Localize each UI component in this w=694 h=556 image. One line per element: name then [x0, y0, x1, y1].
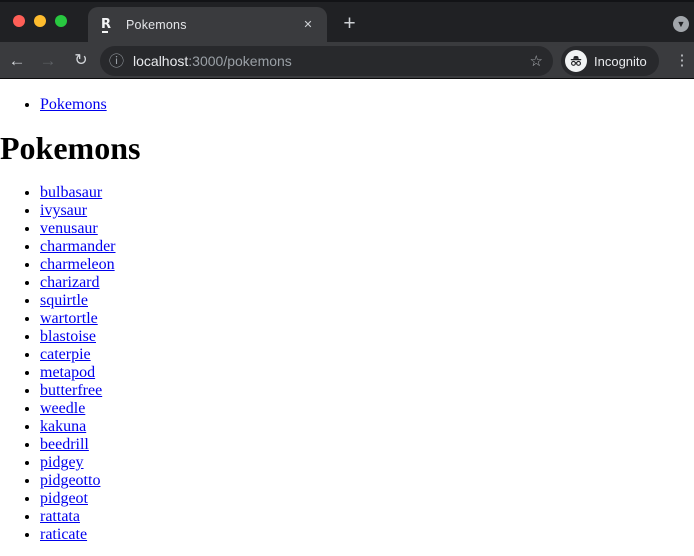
url-path: :3000/pokemons	[188, 53, 292, 69]
pokemon-link[interactable]: beedrill	[40, 436, 89, 453]
page-title: Pokemons	[0, 130, 141, 166]
incognito-label: Incognito	[594, 53, 647, 69]
pokemon-list-item: charizard	[40, 274, 694, 292]
pokemon-list-item: ivysaur	[40, 202, 694, 220]
pokemon-list-item: pidgeot	[40, 490, 694, 508]
forward-button[interactable]: →	[35, 48, 61, 74]
pokemon-link[interactable]: bulbasaur	[40, 184, 102, 201]
incognito-icon	[565, 50, 587, 72]
pokemon-list-item: pidgeotto	[40, 472, 694, 490]
pokemon-list-item: rattata	[40, 508, 694, 526]
pokemon-list-item: venusaur	[40, 220, 694, 238]
pokemon-link[interactable]: charmander	[40, 238, 116, 255]
tab-pokemons[interactable]: R Pokemons ✕	[88, 7, 327, 42]
pokemon-link[interactable]: rattata	[40, 508, 80, 525]
page-content: Pokemons Pokemons bulbasaur ivysaur venu…	[0, 80, 694, 556]
nav-link-list: Pokemons	[0, 96, 694, 114]
pokemon-link[interactable]: blastoise	[40, 328, 96, 345]
url-text: localhost:3000/pokemons	[133, 53, 292, 69]
tab-title: Pokemons	[126, 17, 187, 32]
pokemon-link[interactable]: ivysaur	[40, 202, 87, 219]
browser-window: R Pokemons ✕ + ▼ ← → ↻ ⓘ localhost:3000/…	[0, 0, 694, 556]
url-host: localhost	[133, 53, 189, 69]
macos-traffic-lights	[13, 15, 67, 27]
pokemon-list-item: metapod	[40, 364, 694, 382]
reload-button[interactable]: ↻	[68, 48, 94, 74]
remix-favicon-icon: R	[101, 17, 112, 33]
tab-close-icon[interactable]: ✕	[299, 16, 317, 34]
pokemon-list-item: weedle	[40, 400, 694, 418]
pokemon-link[interactable]: pidgey	[40, 454, 84, 471]
pokemon-list-item: beedrill	[40, 436, 694, 454]
pokemon-link[interactable]: weedle	[40, 400, 85, 417]
pokemon-list-item: caterpie	[40, 346, 694, 364]
browser-toolbar: ← → ↻ ⓘ localhost:3000/pokemons ☆ Incogn…	[0, 42, 694, 79]
pokemon-list-item: squirtle	[40, 292, 694, 310]
pokemon-link[interactable]: metapod	[40, 364, 95, 381]
pokemon-link[interactable]: pidgeotto	[40, 472, 100, 489]
pokemon-link-list: bulbasaur ivysaur venusaur charmander ch…	[0, 184, 694, 544]
pokemon-list-item: kakuna	[40, 418, 694, 436]
pokemon-link[interactable]: wartortle	[40, 310, 98, 327]
pokemon-link[interactable]: kakuna	[40, 418, 86, 435]
pokemon-link[interactable]: pidgeot	[40, 490, 88, 507]
close-window-button[interactable]	[13, 15, 25, 27]
pokemon-link[interactable]: squirtle	[40, 292, 88, 309]
pokemon-list-item: blastoise	[40, 328, 694, 346]
pokemon-link[interactable]: raticate	[40, 526, 87, 543]
new-tab-button[interactable]: +	[337, 12, 362, 37]
pokemon-link[interactable]: charmeleon	[40, 256, 115, 273]
pokemon-link[interactable]: caterpie	[40, 346, 91, 363]
pokemon-link[interactable]: venusaur	[40, 220, 98, 237]
bookmark-star-icon[interactable]: ☆	[530, 54, 543, 69]
tab-strip: R Pokemons ✕ + ▼	[0, 0, 694, 42]
pokemon-link[interactable]: charizard	[40, 274, 100, 291]
pokemon-list-item: raticate	[40, 526, 694, 544]
pokemon-list-item: wartortle	[40, 310, 694, 328]
address-bar[interactable]: ⓘ localhost:3000/pokemons ☆	[100, 46, 553, 76]
nav-list-item: Pokemons	[40, 96, 694, 114]
chrome-menu-icon[interactable]: ⋮	[673, 48, 691, 74]
tab-overview-chevron-icon[interactable]: ▼	[673, 16, 689, 32]
pokemon-list-item: butterfree	[40, 382, 694, 400]
incognito-badge: Incognito	[561, 46, 659, 76]
pokemon-list-item: charmander	[40, 238, 694, 256]
zoom-window-button[interactable]	[55, 15, 67, 27]
nav-pokemons-link[interactable]: Pokemons	[40, 96, 107, 113]
pokemon-list-item: pidgey	[40, 454, 694, 472]
minimize-window-button[interactable]	[34, 15, 46, 27]
pokemon-list-item: bulbasaur	[40, 184, 694, 202]
back-button[interactable]: ←	[4, 48, 30, 74]
pokemon-list-item: charmeleon	[40, 256, 694, 274]
site-info-icon[interactable]: ⓘ	[109, 54, 124, 69]
pokemon-link[interactable]: butterfree	[40, 382, 102, 399]
